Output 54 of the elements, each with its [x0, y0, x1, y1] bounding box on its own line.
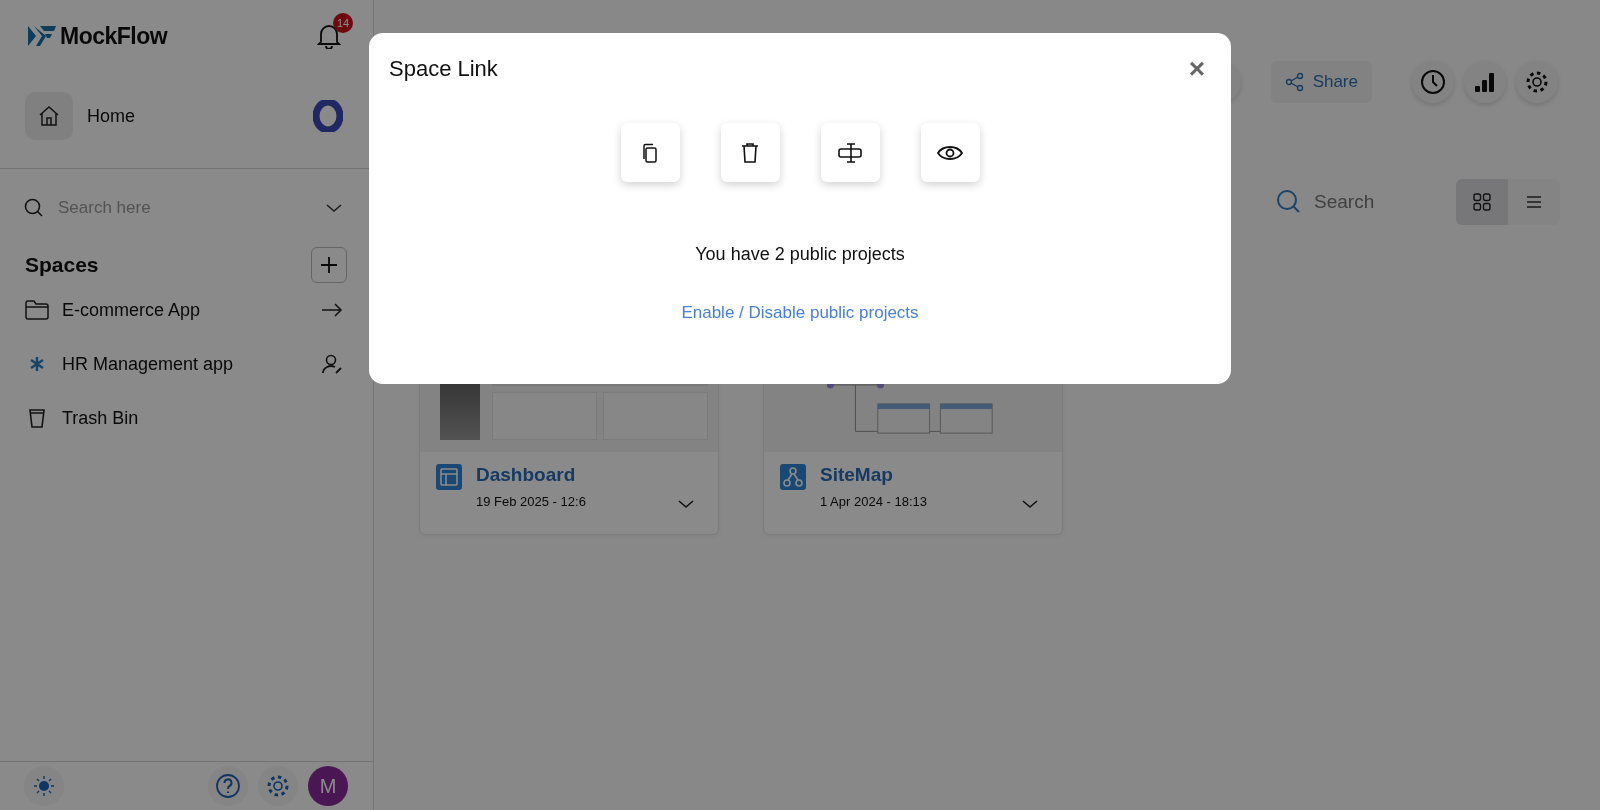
- settings-button[interactable]: [258, 766, 298, 806]
- folder-icon: [24, 299, 50, 321]
- notification-badge: 14: [333, 13, 353, 33]
- grid-view-button[interactable]: [1456, 179, 1508, 225]
- copy-link-button[interactable]: [620, 123, 680, 182]
- layout-icon: [436, 464, 462, 490]
- settings-icon: [265, 773, 291, 799]
- delete-link-button[interactable]: [720, 123, 780, 182]
- share-button[interactable]: Share: [1270, 61, 1372, 103]
- text-field-icon: [837, 141, 863, 164]
- bar-chart-icon: [1474, 71, 1496, 93]
- space-item[interactable]: HR Management app: [0, 337, 373, 391]
- rename-link-button[interactable]: [820, 123, 880, 182]
- settings-icon: [1524, 69, 1550, 95]
- project-date: 1 Apr 2024 - 18:13: [820, 494, 928, 509]
- sitemap-icon: [780, 464, 806, 490]
- space-item[interactable]: Trash Bin: [0, 391, 373, 445]
- spaces-heading: Spaces: [25, 253, 99, 277]
- user-avatar[interactable]: M: [308, 766, 348, 806]
- public-projects-message: You have 2 public projects: [695, 244, 905, 265]
- chevron-down-icon: [677, 498, 695, 510]
- toggle-public-projects-link[interactable]: Enable / Disable public projects: [681, 303, 919, 323]
- dialog-title: Space Link: [389, 56, 498, 82]
- home-icon: [25, 92, 73, 140]
- space-item[interactable]: E-commerce App: [0, 283, 373, 337]
- sun-icon: [33, 775, 55, 797]
- search-icon: [1276, 189, 1302, 215]
- help-icon: [215, 773, 241, 799]
- ring-logo-icon: [313, 100, 343, 132]
- project-title[interactable]: SiteMap: [820, 464, 1000, 486]
- grid-icon: [1472, 192, 1492, 212]
- logo-icon: [28, 24, 56, 48]
- preview-button[interactable]: [920, 123, 980, 182]
- clock-icon: [1420, 69, 1446, 95]
- help-button[interactable]: [208, 766, 248, 806]
- theme-toggle-button[interactable]: [24, 766, 64, 806]
- close-button[interactable]: ×: [1183, 55, 1211, 83]
- analytics-button[interactable]: [1464, 61, 1506, 103]
- project-title[interactable]: Dashboard: [476, 464, 656, 486]
- search-field[interactable]: Search: [1312, 190, 1396, 214]
- plus-icon: [319, 255, 339, 275]
- user-edit-icon: [321, 353, 343, 375]
- add-space-button[interactable]: [311, 247, 347, 283]
- home-link[interactable]: Home: [0, 92, 373, 140]
- settings-button[interactable]: [1516, 61, 1558, 103]
- logo-text: MockFlow: [60, 22, 168, 50]
- chevron-down-icon: [1021, 498, 1039, 510]
- history-button[interactable]: [1412, 61, 1454, 103]
- trash-icon: [739, 141, 761, 164]
- chevron-down-icon: [325, 202, 343, 214]
- search-icon: [24, 198, 44, 218]
- project-date: 19 Feb 2025 - 12:6: [476, 494, 587, 509]
- arrow-right-icon: [321, 303, 343, 317]
- share-icon: [1284, 72, 1305, 92]
